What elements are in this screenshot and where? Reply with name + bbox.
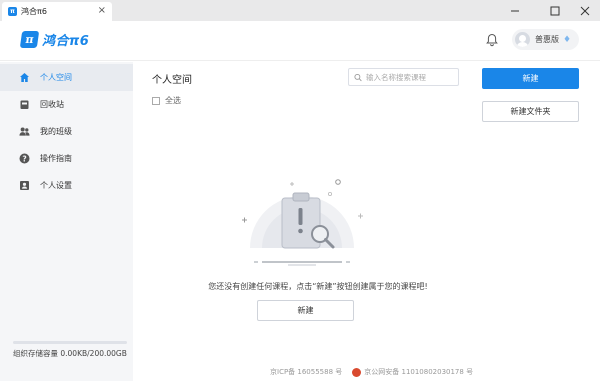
search-input[interactable] bbox=[366, 72, 458, 82]
maximize-icon bbox=[550, 6, 560, 15]
police-record[interactable]: 京公网安备 11010802030178 号 bbox=[364, 367, 473, 377]
window-titlebar: π 鸿合π6 × bbox=[0, 0, 600, 21]
tab-title: 鸿合π6 bbox=[21, 7, 47, 16]
app-header: π 鸿合π6 普惠版 ♦ bbox=[0, 21, 600, 61]
brand-mark-icon: π bbox=[19, 31, 40, 48]
storage-usage-label: 组织存储容量 0.00KB/200.00GB bbox=[13, 349, 127, 358]
select-all-label: 全选 bbox=[165, 96, 181, 105]
checkbox-box[interactable] bbox=[152, 96, 160, 105]
sidebar-item-settings[interactable]: 个人设置 bbox=[0, 172, 133, 199]
empty-state-message: 您还没有创建任何课程，点击“新建”按钮创建属于您的课程吧! bbox=[208, 282, 428, 291]
svg-text:?: ? bbox=[22, 154, 26, 163]
notification-bell-icon[interactable] bbox=[484, 32, 500, 48]
help-icon: ? bbox=[19, 153, 30, 164]
profile-card-icon bbox=[19, 180, 30, 191]
brand-name: 鸿合π6 bbox=[42, 34, 90, 49]
sidebar-item-label: 回收站 bbox=[40, 100, 64, 109]
trash-icon bbox=[19, 99, 30, 110]
empty-state-illustration-icon bbox=[242, 179, 363, 266]
close-icon bbox=[580, 6, 590, 15]
sidebar-item-recycle-bin[interactable]: 回收站 bbox=[0, 91, 133, 118]
edition-label: 普惠版 bbox=[535, 35, 559, 44]
new-folder-button[interactable]: 新建文件夹 bbox=[482, 101, 579, 122]
sidebar: 个人空间 回收站 我的班级 ? 操作指南 个人设置 组织存储容量 0.00KB/… bbox=[0, 62, 133, 381]
maximize-button[interactable] bbox=[542, 2, 568, 19]
app-tab[interactable]: π 鸿合π6 × bbox=[2, 2, 112, 21]
icp-license[interactable]: 京ICP备 16055588 号 bbox=[270, 367, 342, 377]
empty-state-new-button[interactable]: 新建 bbox=[257, 300, 354, 321]
sidebar-item-personal-space[interactable]: 个人空间 bbox=[0, 64, 133, 91]
minimize-button[interactable] bbox=[502, 2, 528, 19]
diamond-icon: ♦ bbox=[563, 34, 572, 45]
page-title: 个人空间 bbox=[152, 75, 192, 86]
police-badge-icon bbox=[352, 367, 362, 377]
sidebar-item-label: 个人空间 bbox=[40, 73, 72, 82]
minimize-icon bbox=[511, 10, 519, 11]
close-window-button[interactable] bbox=[572, 2, 598, 19]
sidebar-item-label: 个人设置 bbox=[40, 181, 72, 190]
user-account-menu[interactable]: 普惠版 ♦ bbox=[512, 29, 579, 50]
sidebar-item-guide[interactable]: ? 操作指南 bbox=[0, 145, 133, 172]
home-icon bbox=[19, 72, 30, 83]
footer: 京ICP备 16055588 号 京公网安备 11010802030178 号 bbox=[270, 367, 473, 377]
sidebar-item-my-classes[interactable]: 我的班级 bbox=[0, 118, 133, 145]
group-icon bbox=[19, 126, 30, 137]
search-icon bbox=[354, 73, 362, 81]
storage-usage-bar bbox=[13, 341, 127, 344]
sidebar-item-label: 我的班级 bbox=[40, 127, 72, 136]
avatar bbox=[515, 32, 530, 47]
sidebar-item-label: 操作指南 bbox=[40, 154, 72, 163]
brand-logo: π 鸿合π6 bbox=[19, 30, 90, 49]
search-box[interactable] bbox=[348, 68, 459, 86]
select-all-checkbox[interactable]: 全选 bbox=[152, 95, 181, 106]
tab-close-icon[interactable]: × bbox=[98, 5, 106, 17]
app-logo-icon: π bbox=[8, 7, 17, 16]
new-course-button[interactable]: 新建 bbox=[482, 68, 579, 89]
